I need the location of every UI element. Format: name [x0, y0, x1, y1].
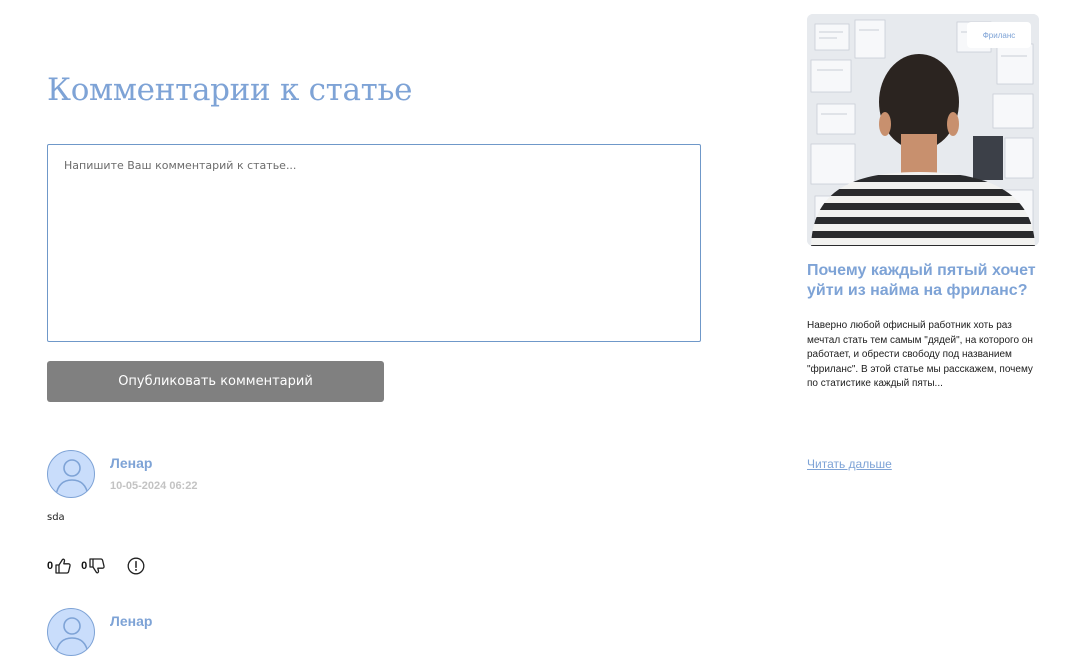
comments-title: Комментарии к статье — [47, 72, 413, 108]
publish-comment-button[interactable]: Опубликовать комментарий — [47, 361, 384, 402]
article-image[interactable]: Фриланс — [807, 14, 1039, 246]
thumbs-down-icon — [89, 558, 105, 574]
article-photo — [807, 14, 1039, 246]
report-button[interactable] — [127, 557, 145, 575]
comment-reactions: 0 0 — [47, 556, 145, 576]
avatar — [47, 608, 95, 656]
comment-textarea[interactable] — [47, 144, 701, 342]
comment-date: 10-05-2024 06:22 — [110, 480, 198, 492]
dislike-button[interactable]: 0 — [81, 557, 106, 575]
dislike-count: 0 — [81, 560, 88, 572]
person-avatar-icon — [55, 617, 89, 654]
exclamation-circle-icon — [127, 557, 145, 575]
article-excerpt: Наверно любой офисный работник хоть раз … — [807, 320, 1033, 390]
avatar — [47, 450, 95, 498]
thumbs-up-icon — [55, 558, 71, 574]
person-avatar-icon — [55, 459, 89, 496]
comment-text: sda — [47, 512, 65, 523]
like-button[interactable]: 0 — [47, 557, 72, 575]
read-more-link[interactable]: Читать дальше — [807, 457, 892, 471]
comment-author[interactable]: Ленар — [110, 455, 152, 471]
like-count: 0 — [47, 560, 54, 572]
comment-author[interactable]: Ленар — [110, 613, 152, 629]
article-title[interactable]: Почему каждый пятый хочет уйти из найма … — [807, 261, 1047, 301]
category-badge[interactable]: Фриланс — [967, 22, 1031, 48]
